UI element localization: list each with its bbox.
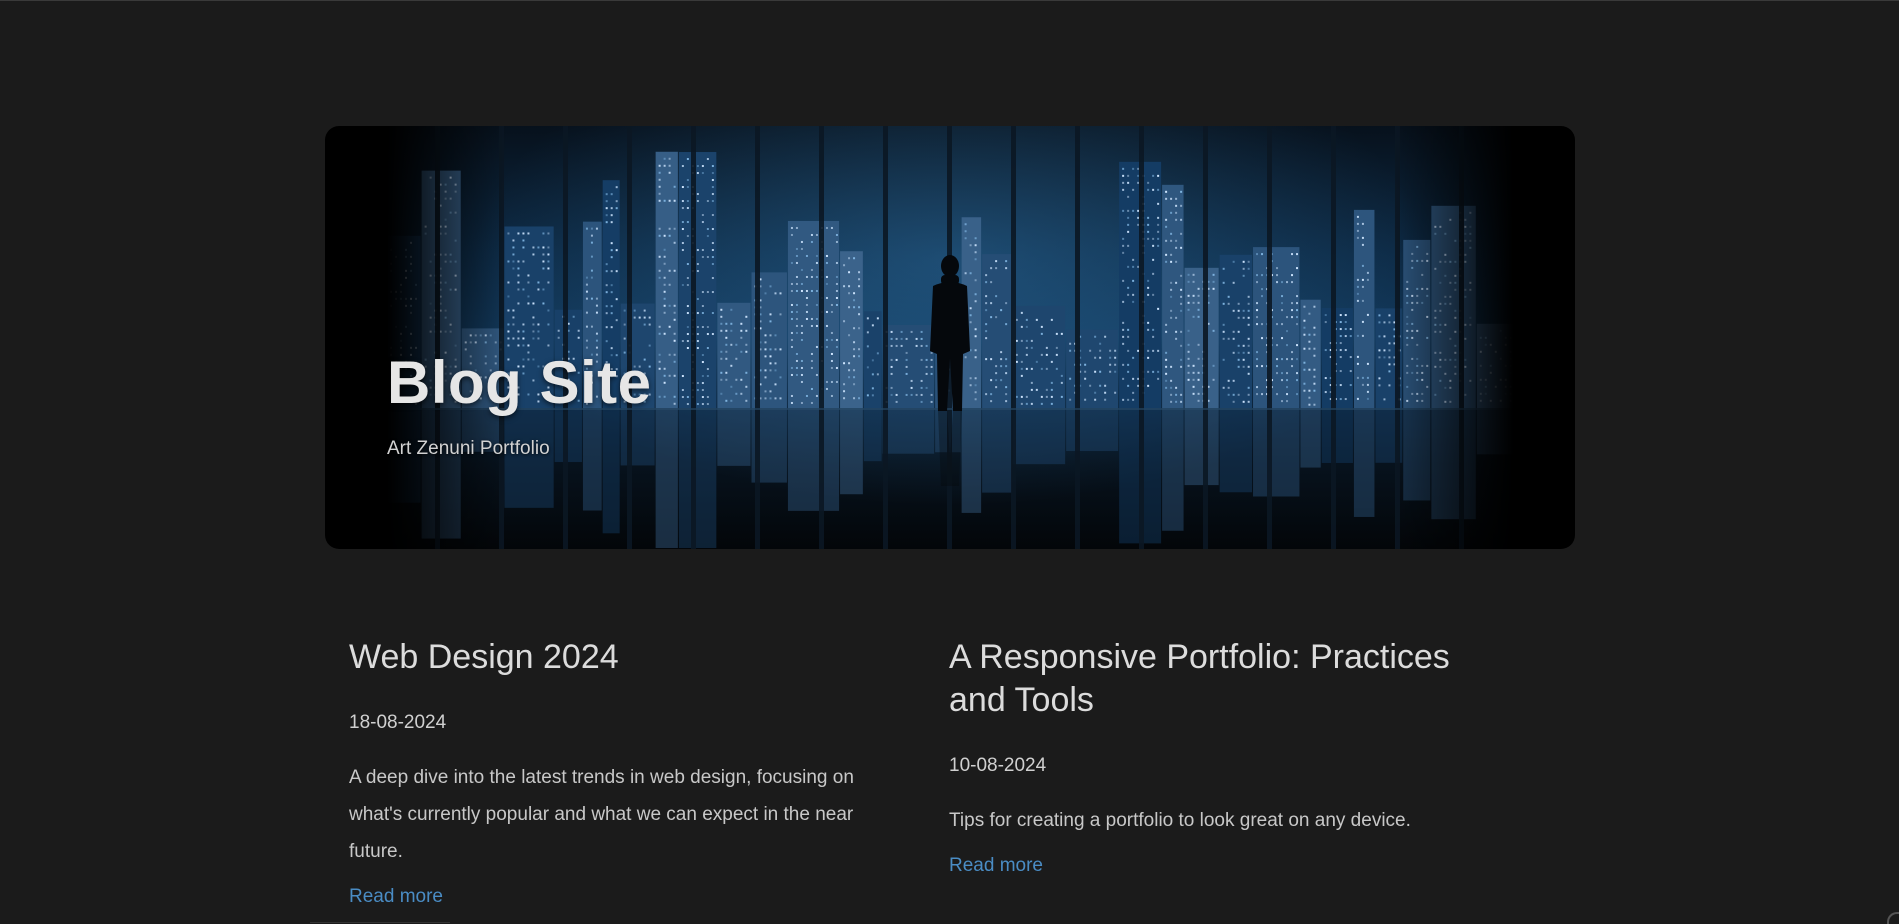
post-date: 10-08-2024 <box>949 755 1047 776</box>
top-border <box>0 0 1899 1</box>
post-title: A Responsive Portfolio: Practices and To… <box>949 638 1450 719</box>
post-title: Web Design 2024 <box>349 638 619 676</box>
blog-post-card: A Responsive Portfolio: Practices and To… <box>949 636 1509 877</box>
hero-fade-right <box>1393 126 1513 549</box>
divider <box>310 922 450 923</box>
site-subtitle: Art Zenuni Portfolio <box>387 438 550 459</box>
read-more-link[interactable]: Read more <box>349 886 443 908</box>
post-date: 18-08-2024 <box>349 712 447 733</box>
hero-fade-left <box>387 126 507 549</box>
resize-corner <box>1887 912 1899 924</box>
post-excerpt: Tips for creating a portfolio to look gr… <box>949 810 1411 831</box>
blog-post-card: Web Design 2024 18-08-2024 A deep dive i… <box>349 636 909 908</box>
city-skyline-image <box>387 126 1513 549</box>
read-more-link[interactable]: Read more <box>949 855 1043 877</box>
hero-banner: Blog Site Art Zenuni Portfolio <box>325 126 1575 549</box>
post-excerpt: A deep dive into the latest trends in we… <box>349 767 854 862</box>
site-title: Blog Site <box>387 349 652 416</box>
hero-background-image <box>387 126 1513 549</box>
